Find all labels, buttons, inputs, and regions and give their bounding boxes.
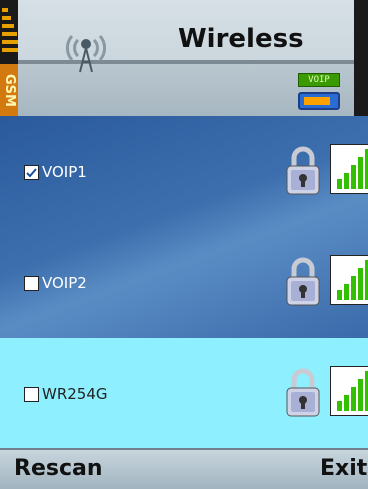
voip-status-badge: VOIP (298, 73, 340, 87)
phone-screen: GSM Wireless VOIP VOIP1 VOIP2 WR254G Res… (0, 0, 368, 489)
signal-bars-icon (330, 255, 368, 305)
header-divider (0, 60, 368, 64)
signal-strength-icon (2, 8, 18, 58)
signal-bars-icon (330, 144, 368, 194)
page-title: Wireless (178, 24, 304, 54)
exit-softkey[interactable]: Exit (320, 456, 367, 481)
lock-icon (286, 257, 320, 306)
network-list: VOIP1 VOIP2 WR254G (0, 116, 368, 448)
status-header: GSM Wireless VOIP (0, 0, 368, 116)
softkey-bar: Rescan Exit (0, 448, 368, 489)
list-item[interactable]: VOIP1 (0, 116, 368, 226)
lock-icon (286, 146, 320, 195)
wireless-antenna-icon (65, 35, 107, 73)
checkbox[interactable] (24, 276, 39, 291)
network-name: WR254G (42, 385, 108, 403)
list-item-selected[interactable]: WR254G (0, 338, 368, 448)
list-item[interactable]: VOIP2 (0, 227, 368, 337)
network-name: VOIP1 (42, 163, 87, 181)
rescan-softkey[interactable]: Rescan (14, 456, 103, 481)
checkbox[interactable] (24, 165, 39, 180)
check-icon (26, 168, 37, 178)
battery-strip (354, 0, 368, 116)
network-name: VOIP2 (42, 274, 87, 292)
network-type-badge: GSM (0, 64, 18, 116)
checkbox[interactable] (24, 387, 39, 402)
battery-icon (298, 92, 340, 110)
lock-icon (286, 368, 320, 417)
signal-bars-icon (330, 366, 368, 416)
